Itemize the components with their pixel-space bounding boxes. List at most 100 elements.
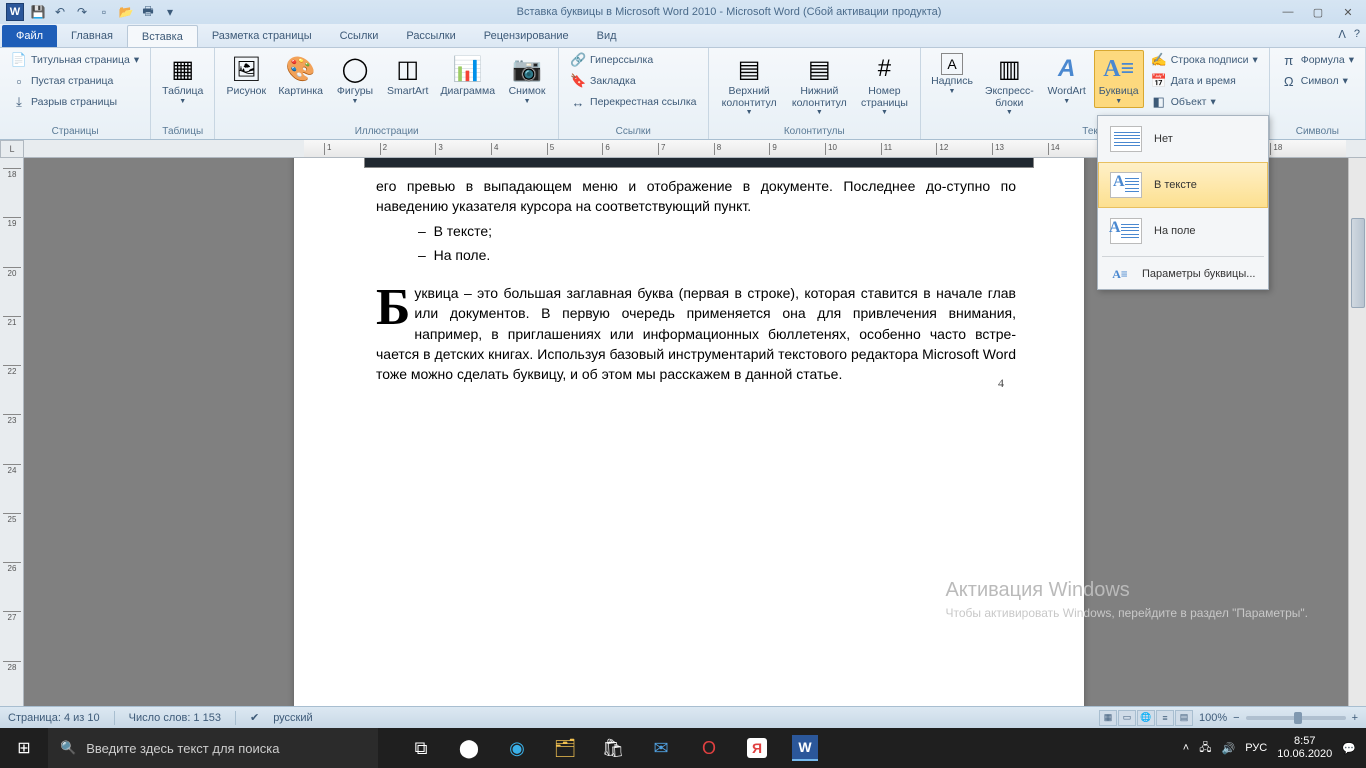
qat-redo[interactable]: ↷ — [74, 4, 90, 20]
help-button[interactable]: ? — [1354, 28, 1360, 41]
tray-network-icon[interactable]: 🖧 — [1199, 739, 1211, 758]
qat-customize[interactable]: ▾ — [162, 4, 178, 20]
zoom-value[interactable]: 100% — [1199, 712, 1227, 724]
vertical-scrollbar[interactable] — [1348, 158, 1366, 720]
quickparts-button[interactable]: ▥Экспресс-блоки▼ — [979, 50, 1040, 119]
tb-explorer[interactable]: 🗂 — [542, 728, 588, 768]
status-lang[interactable]: русский — [273, 712, 312, 724]
taskbar-search[interactable]: 🔍 Введите здесь текст для поиска — [48, 728, 378, 768]
tab-references[interactable]: Ссылки — [326, 25, 393, 47]
view-web[interactable]: 🌐 — [1137, 710, 1155, 726]
status-words[interactable]: Число слов: 1 153 — [129, 712, 221, 724]
tab-review[interactable]: Рецензирование — [470, 25, 583, 47]
title-page-button[interactable]: 📄Титульная страница ▾ — [6, 50, 144, 70]
dropcap-options[interactable]: A≡ Параметры буквицы... — [1098, 259, 1268, 289]
sigline-button[interactable]: ✍Строка подписи ▾ — [1146, 50, 1263, 70]
zoom-in[interactable]: + — [1352, 712, 1358, 724]
header-button[interactable]: ▤Верхний колонтитул▼ — [715, 50, 784, 119]
status-page[interactable]: Страница: 4 из 10 — [8, 712, 100, 724]
dropcap-button[interactable]: A≡Буквица▼ — [1094, 50, 1144, 108]
dropcap-none[interactable]: Нет — [1098, 116, 1268, 162]
view-outline[interactable]: ≡ — [1156, 710, 1174, 726]
object-button[interactable]: ◧Объект ▾ — [1146, 92, 1263, 112]
tab-view[interactable]: Вид — [583, 25, 631, 47]
tab-home[interactable]: Главная — [57, 25, 127, 47]
chart-button[interactable]: 📊Диаграмма — [435, 50, 500, 101]
vertical-ruler[interactable]: 1819202122232425262728 — [0, 158, 24, 720]
shapes-button[interactable]: ◯Фигуры▼ — [330, 50, 380, 108]
scroll-thumb[interactable] — [1351, 218, 1365, 308]
footer-button[interactable]: ▤Нижний колонтитул▼ — [786, 50, 853, 119]
bullet1[interactable]: – В тексте; — [376, 221, 1016, 241]
taskview-icon[interactable]: ⧉ — [398, 728, 444, 768]
footer-icon: ▤ — [803, 53, 835, 85]
formula-button[interactable]: πФормула ▾ — [1276, 50, 1359, 70]
status-spellcheck-icon[interactable]: ✔ — [250, 711, 259, 724]
close-button[interactable]: ✕ — [1334, 3, 1362, 21]
qat-save[interactable]: 💾 — [30, 4, 46, 20]
crossref-button[interactable]: ↔Перекрестная ссылка — [565, 92, 701, 112]
start-button[interactable]: ⊞ — [0, 728, 48, 768]
dropcap-letter[interactable]: Б — [376, 283, 414, 329]
tray-notifications-icon[interactable]: 💬 — [1342, 742, 1356, 755]
qat-open[interactable]: 📂 — [118, 4, 134, 20]
tb-edge[interactable]: ◉ — [494, 728, 540, 768]
view-print-layout[interactable]: ▦ — [1099, 710, 1117, 726]
tray-clock[interactable]: 8:57 10.06.2020 — [1277, 735, 1332, 761]
view-fullscreen[interactable]: ▭ — [1118, 710, 1136, 726]
qat-undo[interactable]: ↶ — [52, 4, 68, 20]
dropcap-in-text[interactable]: A В тексте — [1098, 162, 1268, 208]
tab-insert[interactable]: Вставка — [127, 25, 198, 47]
screenshot-button[interactable]: 📷Снимок▼ — [502, 50, 552, 108]
bullet2[interactable]: – На поле. — [376, 245, 1016, 265]
page-break-button[interactable]: ⤓Разрыв страницы — [6, 92, 144, 112]
statusbar: Страница: 4 из 10 Число слов: 1 153 ✔ ру… — [0, 706, 1366, 728]
zoom-slider[interactable] — [1246, 716, 1346, 720]
hyperlink-icon: 🔗 — [570, 52, 586, 68]
bookmark-button[interactable]: 🔖Закладка — [565, 71, 701, 91]
tb-mail[interactable]: ✉ — [638, 728, 684, 768]
picture-icon: 🖼 — [230, 53, 262, 85]
maximize-button[interactable]: ▢ — [1304, 3, 1332, 21]
tab-page-layout[interactable]: Разметка страницы — [198, 25, 326, 47]
view-draft[interactable]: ▤ — [1175, 710, 1193, 726]
bookmark-icon: 🔖 — [570, 73, 586, 89]
file-tab[interactable]: Файл — [2, 25, 57, 47]
tb-app1[interactable]: ⬤ — [446, 728, 492, 768]
minimize-ribbon-button[interactable]: ᐱ — [1338, 28, 1346, 41]
tb-word[interactable]: W — [792, 735, 818, 761]
pagenum-button[interactable]: #Номер страницы▼ — [855, 50, 914, 119]
tab-mailings[interactable]: Рассылки — [392, 25, 469, 47]
page[interactable]: Создание буквицы в Ворде Буквица может б… — [294, 158, 1084, 720]
hyperlink-button[interactable]: 🔗Гиперссылка — [565, 50, 701, 70]
dropcap-in-margin[interactable]: A На поле — [1098, 208, 1268, 254]
table-button[interactable]: ▦Таблица▼ — [157, 50, 208, 108]
clipart-button[interactable]: 🎨Картинка — [273, 50, 328, 101]
tb-yandex[interactable]: Я — [747, 738, 767, 758]
datetime-icon: 📅 — [1151, 73, 1167, 89]
dropcap-menu: Нет A В тексте A На поле A≡ Параметры бу… — [1097, 115, 1269, 290]
para1[interactable]: его превью в выпадающем меню и отображен… — [376, 176, 1016, 217]
qat-print[interactable]: 🖶 — [140, 4, 156, 20]
smartart-button[interactable]: ◫SmartArt — [382, 50, 433, 101]
picture-button[interactable]: 🖼Рисунок — [221, 50, 271, 101]
datetime-button[interactable]: 📅Дата и время — [1146, 71, 1263, 91]
wordart-button[interactable]: AWordArt▼ — [1042, 50, 1092, 108]
symbol-button[interactable]: ΩСимвол ▾ — [1276, 71, 1359, 91]
dropcap-in-text-icon: A — [1110, 172, 1142, 198]
tb-opera[interactable]: O — [686, 728, 732, 768]
qat-new[interactable]: ▫ — [96, 4, 112, 20]
document-body[interactable]: его превью в выпадающем меню и отображен… — [376, 176, 1016, 389]
ruler-corner[interactable]: L — [0, 140, 24, 158]
textbox-button[interactable]: AНадпись▼ — [927, 50, 977, 98]
minimize-button[interactable]: — — [1274, 3, 1302, 21]
group-links: 🔗Гиперссылка 🔖Закладка ↔Перекрестная ссы… — [559, 48, 708, 139]
tray-volume-icon[interactable]: 🔊 — [1222, 742, 1236, 755]
zoom-out[interactable]: − — [1233, 712, 1239, 724]
dropcap-paragraph[interactable]: Буквица – это большая заглавная буква (п… — [376, 283, 1016, 384]
tb-store[interactable]: 🛍 — [590, 728, 636, 768]
tray-chevron-icon[interactable]: ˄ — [1183, 742, 1189, 754]
tray-lang[interactable]: РУС — [1245, 742, 1267, 754]
menu-separator — [1102, 256, 1264, 257]
blank-page-button[interactable]: ▫Пустая страница — [6, 71, 144, 91]
